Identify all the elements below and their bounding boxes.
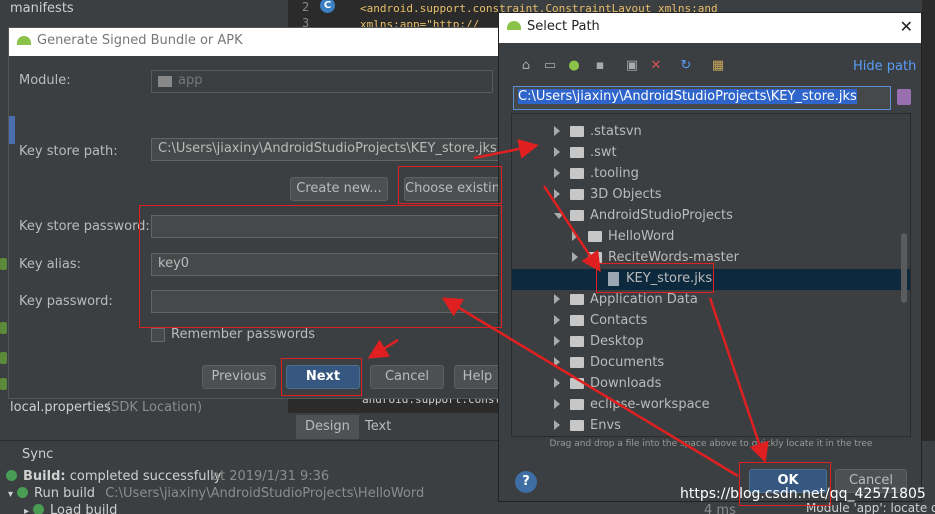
annotation-arrow <box>473 139 539 160</box>
annotation-arrows <box>367 139 769 478</box>
annotation-arrow <box>542 185 601 273</box>
watermark: https://blog.csdn.net/qq_42571805 <box>680 486 926 502</box>
annotation-arrow <box>708 297 769 463</box>
annotation-arrow <box>441 297 739 478</box>
annotation-arrow <box>367 338 399 359</box>
